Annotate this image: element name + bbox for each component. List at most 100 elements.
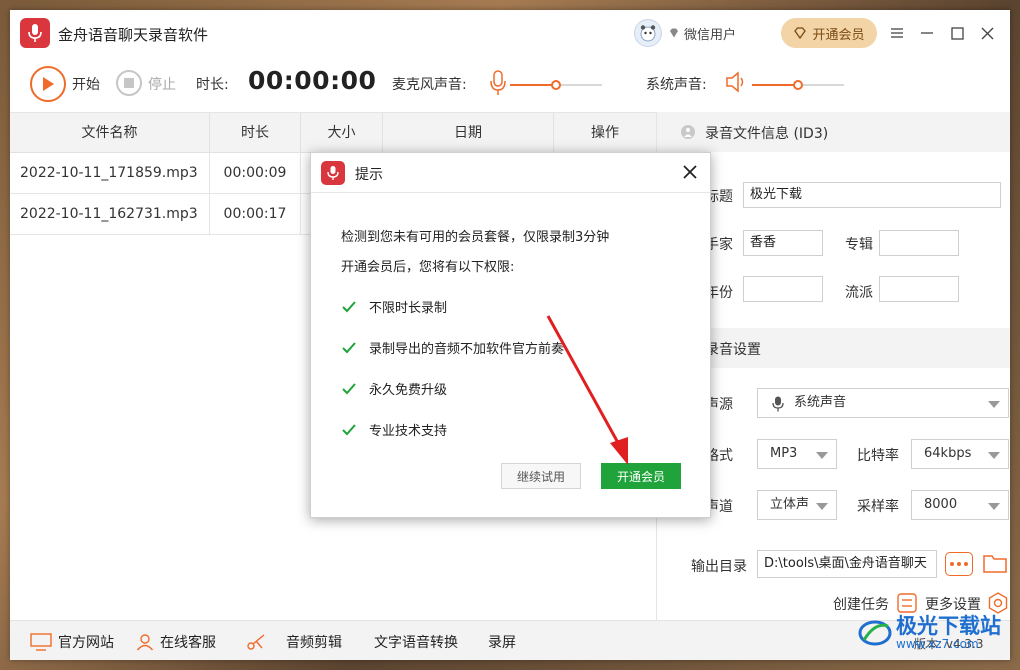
tts-label: 文字语音转换 <box>374 635 458 651</box>
id3-section-title: 录音文件信息 (ID3) <box>705 126 829 142</box>
genre-field[interactable] <box>879 276 959 302</box>
artist-field[interactable]: 香香 <box>743 230 823 256</box>
diamond-icon <box>794 27 807 39</box>
check-icon <box>342 341 356 353</box>
screen-record-link[interactable]: 录屏 <box>488 632 516 652</box>
column-date[interactable]: 日期 <box>383 113 554 153</box>
avatar[interactable] <box>634 19 662 47</box>
maximize-icon[interactable] <box>946 22 968 44</box>
diamond-icon <box>670 28 678 38</box>
microphone-icon[interactable] <box>488 68 508 98</box>
watermark-text-group: 极光下载站 www.xz7.com <box>896 615 1001 651</box>
samplerate-value: 8000 <box>924 497 958 512</box>
customer-service-link[interactable]: 在线客服 <box>136 632 216 652</box>
title-bar: 金舟语音聊天录音软件 微信用户 开通会员 <box>10 10 1010 56</box>
chevron-down-icon <box>816 452 828 459</box>
cell-duration: 00:00:09 <box>210 153 301 194</box>
stop-record-button[interactable] <box>116 70 142 96</box>
start-label[interactable]: 开始 <box>72 74 100 94</box>
duration-label: 时长: <box>196 77 229 93</box>
perk-item: 专业技术支持 <box>341 420 447 439</box>
audio-edit-link[interactable]: 音频剪辑 <box>246 632 342 652</box>
album-field[interactable] <box>879 230 959 256</box>
column-duration[interactable]: 时长 <box>210 113 301 153</box>
year-field[interactable] <box>743 276 823 302</box>
system-volume-label: 系统声音: <box>646 77 707 93</box>
column-actions: 操作 <box>591 125 619 141</box>
folder-icon[interactable] <box>983 552 1007 578</box>
dialog-header: 提示 <box>311 153 710 193</box>
genre-field-label: 流派 <box>845 285 873 301</box>
dot-icon <box>950 562 954 566</box>
create-task-label[interactable]: 创建任务 <box>833 594 889 614</box>
column-filename[interactable]: 文件名称 <box>10 113 210 153</box>
mic-volume-fill <box>510 84 556 86</box>
user-name[interactable]: 微信用户 <box>668 24 736 43</box>
format-value: MP3 <box>770 446 798 461</box>
annotation-arrow <box>546 315 628 465</box>
stop-label[interactable]: 停止 <box>148 74 176 94</box>
screen-record-label: 录屏 <box>488 635 516 651</box>
browse-button[interactable] <box>945 552 973 576</box>
close-icon[interactable] <box>976 22 998 44</box>
user-icon <box>136 634 154 651</box>
check-icon <box>342 423 356 435</box>
mic-volume-label: 麦克风声音: <box>392 77 467 93</box>
dot-icon <box>964 562 968 566</box>
more-settings-label[interactable]: 更多设置 <box>925 594 981 614</box>
microphone-logo-icon <box>20 18 50 48</box>
perk-label: 专业技术支持 <box>369 424 448 439</box>
system-volume-handle[interactable] <box>793 80 803 90</box>
watermark-url: www.xz7.com <box>896 637 979 651</box>
format-select[interactable]: MP3 <box>757 439 837 469</box>
perk-label: 永久免费升级 <box>369 383 448 398</box>
scissors-icon <box>247 634 265 650</box>
dialog-message: 检测到您未有可用的会员套餐，仅限录制3分钟 <box>341 230 610 245</box>
record-settings-title: 录音设置 <box>705 342 761 358</box>
mic-volume-handle[interactable] <box>551 80 561 90</box>
menu-icon[interactable] <box>886 22 908 44</box>
source-value: 系统声音 <box>794 395 847 410</box>
cell-duration: 00:00:17 <box>210 194 301 235</box>
source-select[interactable]: 系统声音 <box>757 388 1009 418</box>
watermark-logo-icon <box>858 620 892 646</box>
bitrate-select[interactable]: 64kbps <box>911 439 1009 469</box>
website-link[interactable]: 官方网站 <box>30 632 114 652</box>
start-record-button[interactable] <box>30 66 66 102</box>
bitrate-label: 比特率 <box>857 448 899 464</box>
chevron-down-icon <box>988 503 1000 510</box>
user-area[interactable]: 微信用户 <box>634 19 736 47</box>
watermark-text: 极光下载站 <box>896 614 1001 638</box>
chevron-down-icon <box>988 401 1000 408</box>
minimize-icon[interactable] <box>916 22 938 44</box>
speaker-icon[interactable] <box>724 69 748 95</box>
system-volume-slider[interactable] <box>752 80 844 90</box>
microphone-logo-icon <box>321 161 345 185</box>
mic-volume-slider[interactable] <box>510 80 602 90</box>
website-label: 官方网站 <box>58 635 114 651</box>
close-icon[interactable] <box>679 161 701 183</box>
user-name-label: 微信用户 <box>684 27 737 43</box>
microphone-icon <box>772 396 784 412</box>
samplerate-label: 采样率 <box>857 499 899 515</box>
id3-section-header: 录音文件信息 (ID3) <box>657 112 1010 152</box>
title-field[interactable]: 极光下载 <box>743 182 1001 208</box>
membership-dialog: 提示 检测到您未有可用的会员套餐，仅限录制3分钟 开通会员后，您将有以下权限: … <box>310 152 711 518</box>
column-size[interactable]: 大小 <box>301 113 383 153</box>
tts-link[interactable]: 文字语音转换 <box>374 632 458 652</box>
site-watermark: 极光下载站 www.xz7.com <box>858 615 1001 651</box>
output-dir-field[interactable]: D:\tools\桌面\金舟语音聊天 <box>757 550 937 578</box>
dialog-subtitle: 开通会员后，您将有以下权限: <box>341 260 515 275</box>
check-icon <box>342 382 356 394</box>
samplerate-select[interactable]: 8000 <box>911 490 1009 520</box>
channel-select[interactable]: 立体声 <box>757 490 837 520</box>
bitrate-value: 64kbps <box>924 446 972 461</box>
stop-icon <box>124 78 134 88</box>
perk-label: 不限时长录制 <box>369 301 448 316</box>
vip-button[interactable]: 开通会员 <box>781 18 877 48</box>
audio-edit-label: 音频剪辑 <box>286 635 342 651</box>
chevron-down-icon <box>816 503 828 510</box>
duration-value: 00:00:00 <box>248 66 377 95</box>
perk-item: 不限时长录制 <box>341 297 447 316</box>
chevron-down-icon <box>988 452 1000 459</box>
